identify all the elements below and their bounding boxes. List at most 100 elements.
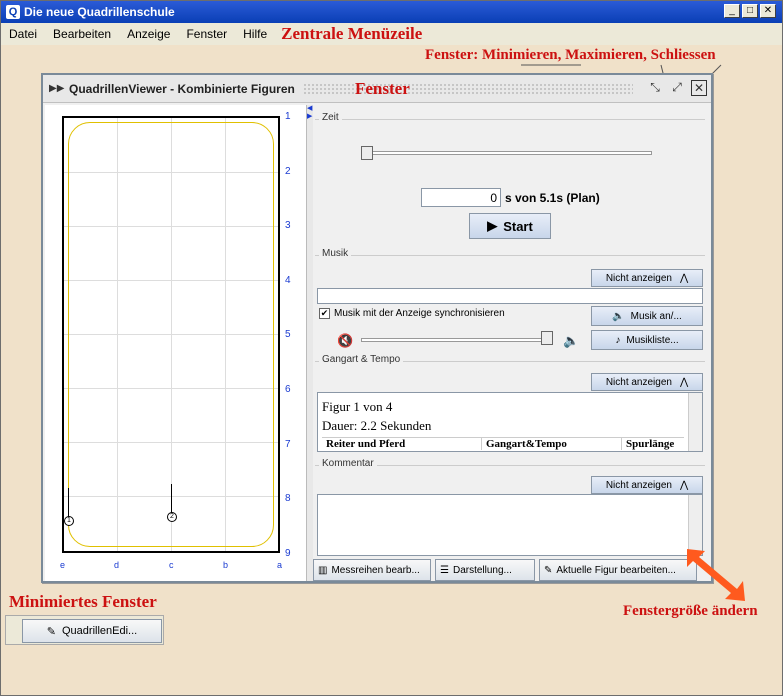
- edit-icon: ✎: [46, 625, 56, 638]
- start-label: Start: [503, 218, 533, 234]
- chevron-up-icon: ⋀: [679, 376, 689, 388]
- minimized-annotation: Minimiertes Fenster: [9, 592, 157, 611]
- musik-label: Musik: [319, 248, 352, 259]
- arena-field: 1 2: [62, 116, 280, 553]
- viewer-window: ▶▶ QuadrillenViewer - Kombinierte Figure…: [41, 73, 713, 583]
- minimized-label: QuadrillenEdi...: [62, 625, 138, 637]
- window-annotation: Fenster: [355, 79, 410, 98]
- row-number: 4: [285, 275, 291, 286]
- row-number: 7: [285, 439, 291, 450]
- minimize-button[interactable]: _: [724, 4, 740, 18]
- dauer-text: Dauer: 2.2 Sekunden: [322, 418, 432, 433]
- maximize-icon[interactable]: ⤢: [669, 80, 685, 96]
- app-title: Die neue Quadrillenschule: [24, 5, 175, 19]
- viewer-title: QuadrillenViewer - Kombinierte Figuren: [69, 81, 295, 96]
- musik-group: Musik Nicht anzeigen ⋀ ✔ Musik mit der An…: [315, 248, 705, 353]
- col-header: Gangart&Tempo: [482, 438, 622, 450]
- speaker-icon: 🔈: [612, 310, 625, 322]
- music-note-icon: ♪: [615, 334, 621, 346]
- mute-icon[interactable]: 🔇: [337, 333, 353, 349]
- sync-checkbox-row[interactable]: ✔ Musik mit der Anzeige synchronisieren: [319, 308, 505, 319]
- darstellung-button[interactable]: ☰ Darstellung...: [435, 559, 535, 581]
- row-number: 3: [285, 220, 291, 231]
- row-number: 8: [285, 493, 291, 504]
- row-number: 5: [285, 329, 291, 340]
- time-slider[interactable]: [367, 151, 652, 155]
- arena-view[interactable]: 1 2 1 2 3 4 5 6 7 8 9 e d c b a: [45, 105, 307, 581]
- menu-bearbeiten[interactable]: Bearbeiten: [45, 27, 119, 41]
- col-label: c: [169, 560, 174, 570]
- sync-checkbox[interactable]: ✔: [319, 308, 330, 319]
- rider-marker[interactable]: 1: [64, 516, 74, 526]
- aktuelle-figur-button[interactable]: ✎ Aktuelle Figur bearbeiten...: [539, 559, 697, 581]
- rider-direction: [171, 484, 172, 514]
- gangart-group: Gangart & Tempo Nicht anzeigen ⋀ Figur 1 …: [315, 354, 705, 453]
- table-header: Reiter und Pferd Gangart&Tempo Spurlänge: [322, 437, 684, 450]
- volume-slider[interactable]: [361, 338, 551, 342]
- kommentar-textarea[interactable]: [317, 494, 703, 556]
- settings-list-icon: ☰: [440, 564, 449, 576]
- app-icon: Q: [6, 5, 20, 19]
- minimize-icon[interactable]: ⤡: [647, 80, 663, 96]
- musikliste-label: Musikliste...: [626, 334, 679, 346]
- messreihen-label: Messreihen bearb...: [331, 564, 420, 576]
- gangart-hide-button[interactable]: Nicht anzeigen ⋀: [591, 373, 703, 391]
- double-arrow-icon: ▶▶: [49, 83, 65, 94]
- action-bar: ▥ Messreihen bearb... ☰ Darstellung... ✎ Ak…: [313, 559, 709, 581]
- kommentar-hide-button[interactable]: Nicht anzeigen ⋀: [591, 476, 703, 494]
- chevron-up-icon: ⋀: [679, 479, 689, 491]
- minimized-window: ✎ QuadrillenEdi...: [5, 615, 164, 645]
- figur-text: Figur 1 von 4: [322, 399, 393, 414]
- kommentar-hide-label: Nicht anzeigen: [605, 479, 672, 491]
- edit-icon: ✎: [544, 564, 553, 576]
- close-button[interactable]: ✕: [760, 4, 776, 18]
- volume-slider-thumb[interactable]: [541, 331, 553, 345]
- musik-toggle-label: Musik an/...: [630, 310, 682, 322]
- resize-annotation: Fenstergröße ändern: [623, 603, 758, 619]
- menubar-annotation: Zentrale Menüzeile: [281, 24, 423, 43]
- chevron-up-icon: ⋀: [679, 272, 689, 284]
- titlebar-grip: [303, 83, 633, 95]
- aktuelle-label: Aktuelle Figur bearbeiten...: [556, 564, 676, 576]
- gangart-label: Gangart & Tempo: [319, 354, 404, 365]
- start-button[interactable]: ▶ Start: [469, 213, 551, 239]
- gangart-scrollbar[interactable]: [688, 393, 702, 451]
- col-header: Reiter und Pferd: [322, 438, 482, 450]
- control-panel: Zeit 0 s von 5.1s (Plan) ▶ Start Musik N…: [313, 105, 709, 581]
- musik-display: [317, 288, 703, 304]
- time-slider-thumb[interactable]: [361, 146, 373, 160]
- menu-fenster[interactable]: Fenster: [178, 27, 235, 41]
- row-number: 2: [285, 166, 291, 177]
- close-icon[interactable]: ✕: [691, 80, 707, 96]
- menubar: Datei Bearbeiten Anzeige Fenster Hilfe Z…: [1, 23, 782, 45]
- kommentar-label: Kommentar: [319, 458, 377, 469]
- darstellung-label: Darstellung...: [452, 564, 512, 576]
- zeit-group: Zeit 0 s von 5.1s (Plan) ▶ Start: [315, 112, 705, 239]
- menu-anzeige[interactable]: Anzeige: [119, 27, 178, 41]
- col-label: e: [60, 560, 66, 570]
- title-bar[interactable]: Q Die neue Quadrillenschule _ □ ✕: [1, 1, 782, 23]
- row-number: 6: [285, 384, 291, 395]
- restore-editor-button[interactable]: ✎ QuadrillenEdi...: [22, 619, 162, 643]
- play-icon: ▶: [487, 218, 498, 233]
- sync-label: Musik mit der Anzeige synchronisieren: [334, 308, 505, 319]
- time-input[interactable]: 0: [421, 188, 501, 207]
- musik-toggle-button[interactable]: 🔈 Musik an/...: [591, 306, 703, 326]
- musik-hide-button[interactable]: Nicht anzeigen ⋀: [591, 269, 703, 287]
- col-label: a: [277, 560, 283, 570]
- musikliste-button[interactable]: ♪ Musikliste...: [591, 330, 703, 350]
- gangart-hide-label: Nicht anzeigen: [605, 376, 672, 388]
- messreihen-button[interactable]: ▥ Messreihen bearb...: [313, 559, 431, 581]
- main-window: Q Die neue Quadrillenschule _ □ ✕ Datei …: [0, 0, 783, 696]
- resize-arrow-icon: [687, 549, 745, 601]
- row-number: 1: [285, 111, 291, 122]
- zeit-label: Zeit: [319, 112, 342, 123]
- maximize-button[interactable]: □: [742, 4, 758, 18]
- rider-marker[interactable]: 2: [167, 512, 177, 522]
- rider-direction: [68, 488, 69, 518]
- menu-datei[interactable]: Datei: [1, 27, 45, 41]
- row-number: 9: [285, 548, 291, 559]
- viewer-titlebar[interactable]: ▶▶ QuadrillenViewer - Kombinierte Figure…: [43, 75, 711, 103]
- menu-hilfe[interactable]: Hilfe: [235, 27, 275, 41]
- musik-hide-label: Nicht anzeigen: [605, 272, 672, 284]
